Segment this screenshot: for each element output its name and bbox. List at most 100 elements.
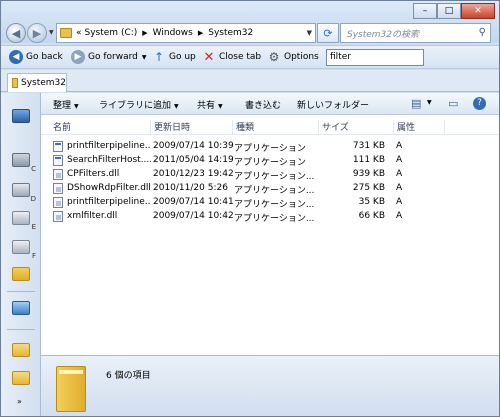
application-file-icon	[53, 141, 63, 152]
column-header-name[interactable]: 名前	[51, 120, 151, 134]
column-header-modified[interactable]: 更新日時	[152, 120, 233, 134]
chevron-down-icon[interactable]: ▼	[142, 54, 147, 61]
drive-e-label: E	[31, 223, 36, 231]
file-size: 111 KB	[352, 155, 385, 165]
chevron-right-icon[interactable]: ▶	[142, 29, 147, 37]
file-type: アプリケーション	[234, 144, 306, 154]
file-attributes: A	[396, 169, 403, 179]
go-up-button[interactable]: ↑ Go up	[152, 50, 196, 64]
table-row[interactable]: printfilterpipeline... 2009/07/14 10:41 …	[41, 196, 499, 210]
chevron-down-icon: ▼	[74, 103, 79, 110]
chevron-down-icon[interactable]: ▼	[427, 99, 432, 106]
tab-strip: System32	[1, 70, 499, 92]
back-arrow-icon[interactable]: ◀	[6, 23, 26, 43]
recent-pages-dropdown-icon[interactable]: ▼	[49, 29, 54, 36]
drive-f-icon[interactable]: F	[10, 238, 36, 260]
tab-label: System32	[20, 78, 66, 88]
forward-arrow-icon: ▶	[71, 50, 85, 64]
search-placeholder: System32の検索	[347, 29, 420, 40]
add-to-library-menu[interactable]: ライブラリに追加 ▼	[99, 98, 179, 111]
filter-input[interactable]: filter	[326, 49, 424, 66]
file-attributes: A	[396, 155, 403, 165]
file-list: 名前 更新日時 種類 サイズ 属性 printfilterpipeline...…	[41, 115, 499, 355]
organize-menu[interactable]: 整理 ▼	[53, 98, 79, 111]
drive-d-label: D	[30, 195, 36, 203]
navigation-pane: C D E F »	[1, 93, 41, 416]
close-button[interactable]: ✕	[461, 3, 495, 19]
drive-c-label: C	[31, 165, 36, 173]
command-bar: 整理 ▼ ライブラリに追加 ▼ 共有 ▼ 書き込む 新しいフォルダー ▤ ▼ ▭ ?	[41, 93, 499, 115]
drive-d-icon[interactable]: D	[10, 181, 36, 203]
go-back-label: Go back	[26, 52, 63, 62]
column-header-size[interactable]: サイズ	[320, 120, 394, 134]
close-tab-label: Close tab	[219, 52, 262, 62]
refresh-icon[interactable]: ⟳	[317, 23, 339, 43]
go-back-button[interactable]: ◀ Go back	[9, 50, 63, 64]
chevron-down-icon: ▼	[174, 103, 179, 110]
burn-button[interactable]: 書き込む	[245, 98, 281, 111]
view-options-icon[interactable]: ▤	[411, 97, 421, 110]
folder-icon	[12, 78, 18, 88]
share-label: 共有	[197, 101, 216, 111]
file-name: xmlfilter.dll	[67, 211, 118, 221]
computer-icon[interactable]	[10, 107, 32, 125]
address-segment-system32[interactable]: System32	[208, 28, 253, 38]
close-x-icon: ✕	[203, 49, 215, 65]
address-prefix[interactable]: «	[76, 28, 82, 38]
preview-pane-icon[interactable]: ▭	[448, 97, 458, 110]
search-input[interactable]: System32の検索 ⚲	[340, 23, 491, 43]
column-header-row: 名前 更新日時 種類 サイズ 属性	[41, 115, 499, 135]
go-forward-button[interactable]: ▶ Go forward ▼	[71, 50, 146, 64]
options-button[interactable]: ⚙ Options	[267, 50, 319, 64]
close-tab-button[interactable]: ✕ Close tab	[202, 49, 262, 65]
chevron-down-icon: ▼	[218, 103, 223, 110]
folder-icon	[60, 28, 72, 38]
tab-system32[interactable]: System32	[7, 73, 67, 92]
drive-e-icon[interactable]: E	[10, 209, 36, 231]
address-bar[interactable]: « System (C:) ▶ Windows ▶ System32 ▼	[56, 23, 316, 43]
more-chevron-icon[interactable]: »	[17, 397, 22, 406]
network-folder-icon[interactable]	[10, 265, 32, 283]
maximize-button[interactable]: □	[437, 3, 461, 19]
new-folder-button[interactable]: 新しいフォルダー	[297, 98, 369, 111]
drive-c-icon[interactable]: C	[10, 151, 36, 173]
share-menu[interactable]: 共有 ▼	[197, 98, 223, 111]
control-panel-icon[interactable]	[10, 299, 32, 317]
search-icon[interactable]: ⚲	[479, 27, 486, 38]
file-size: 731 KB	[352, 141, 385, 151]
minimize-button[interactable]: –	[413, 3, 437, 19]
address-dropdown-icon[interactable]: ▼	[307, 29, 312, 37]
table-row[interactable]: xmlfilter.dll 2009/07/14 10:42 アプリケーション.…	[41, 210, 499, 224]
library-documents-icon[interactable]	[10, 341, 32, 359]
file-type: アプリケーション	[234, 158, 306, 168]
table-row[interactable]: SearchFilterHost.... 2011/05/04 14:19 アプ…	[41, 154, 499, 168]
help-icon[interactable]: ?	[473, 97, 486, 110]
explorer-window: ◀ ▶ ▼ « System (C:) ▶ Windows ▶ System32…	[0, 0, 500, 417]
file-size: 275 KB	[352, 183, 385, 193]
folder-icon	[56, 366, 86, 412]
file-name: printfilterpipeline...	[67, 197, 151, 207]
file-size: 939 KB	[352, 169, 385, 179]
table-row[interactable]: DShowRdpFilter.dll 2010/11/20 5:26 アプリケー…	[41, 182, 499, 196]
divider	[7, 291, 35, 292]
organize-label: 整理	[53, 101, 72, 111]
library-pictures-icon[interactable]	[10, 369, 32, 387]
up-arrow-icon: ↑	[153, 50, 165, 64]
column-header-type[interactable]: 種類	[234, 120, 319, 134]
table-row[interactable]: printfilterpipeline... 2009/07/14 10:39 …	[41, 140, 499, 154]
file-attributes: A	[396, 211, 403, 221]
forward-arrow-icon[interactable]: ▶	[27, 23, 47, 43]
address-segment-drive[interactable]: System (C:)	[85, 28, 138, 38]
title-bar: ◀ ▶ ▼ « System (C:) ▶ Windows ▶ System32…	[1, 1, 499, 43]
go-forward-label: Go forward	[88, 52, 138, 62]
dll-file-icon	[53, 183, 63, 194]
back-arrow-icon: ◀	[9, 50, 23, 64]
chevron-right-icon[interactable]: ▶	[198, 29, 203, 37]
navigation-toolbar: ◀ Go back ▶ Go forward ▼ ↑ Go up ✕ Close…	[1, 45, 499, 69]
column-header-attributes[interactable]: 属性	[395, 120, 445, 134]
address-segment-windows[interactable]: Windows	[153, 28, 193, 38]
file-modified: 2009/07/14 10:42	[153, 211, 234, 221]
application-file-icon	[53, 155, 63, 166]
file-attributes: A	[396, 197, 403, 207]
table-row[interactable]: CPFilters.dll 2010/12/23 19:42 アプリケーション.…	[41, 168, 499, 182]
